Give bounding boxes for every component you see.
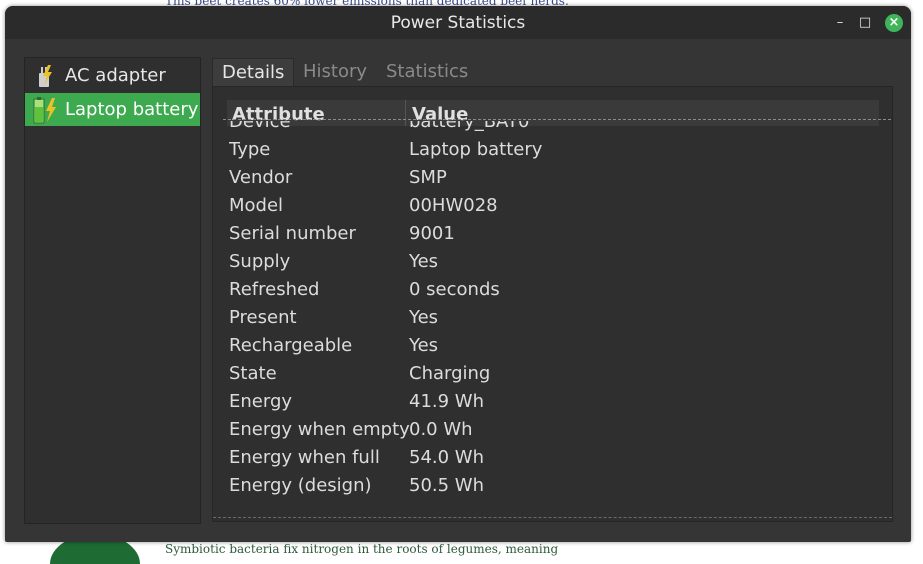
- value-cell: 41.9 Wh: [409, 391, 485, 412]
- scroll-edge-divider: [223, 119, 891, 120]
- tab-details[interactable]: Details: [212, 58, 295, 88]
- device-item-laptop-battery[interactable]: Laptop battery: [25, 93, 200, 126]
- attribute-cell: Model: [229, 195, 284, 216]
- table-row[interactable]: Rechargeable Yes: [229, 333, 879, 361]
- attribute-cell: Rechargeable: [229, 335, 353, 356]
- value-cell: Charging: [409, 363, 491, 384]
- value-cell: 9001: [409, 223, 455, 244]
- table-row[interactable]: Energy when full 54.0 Wh: [229, 445, 879, 473]
- value-cell: 54.0 Wh: [409, 447, 485, 468]
- power-statistics-window: Power Statistics – □ × AC adapter Laptop…: [5, 6, 911, 542]
- value-cell: 0 seconds: [409, 279, 500, 300]
- attribute-cell: Vendor: [229, 167, 293, 188]
- device-label-ac-adapter: AC adapter: [65, 65, 166, 86]
- details-table-body[interactable]: Device battery_BAT0 Type Laptop battery Vend…: [229, 121, 879, 513]
- table-row[interactable]: Energy (design) 50.5 Wh: [229, 473, 879, 501]
- device-item-ac-adapter[interactable]: AC adapter: [25, 59, 200, 92]
- battery-charging-icon: [33, 97, 56, 124]
- attribute-cell: Refreshed: [229, 279, 320, 300]
- value-cell: Yes: [409, 307, 439, 328]
- value-cell: battery_BAT0: [409, 121, 530, 132]
- table-row[interactable]: Supply Yes: [229, 249, 879, 277]
- attribute-cell: Device: [229, 121, 291, 132]
- details-panel: Attribute Value Device battery_BAT0 Type La…: [212, 86, 893, 522]
- table-row[interactable]: Energy 41.9 Wh: [229, 389, 879, 417]
- table-row[interactable]: Refreshed 0 seconds: [229, 277, 879, 305]
- value-cell: Yes: [409, 251, 439, 272]
- titlebar[interactable]: Power Statistics – □ ×: [5, 6, 911, 39]
- value-cell: 0.0 Wh: [409, 419, 473, 440]
- background-text-bottom: Symbiotic bacteria fix nitrogen in the r…: [165, 542, 559, 556]
- window-title: Power Statistics: [390, 13, 526, 33]
- value-cell: 50.5 Wh: [409, 475, 485, 496]
- table-row[interactable]: Vendor SMP: [229, 165, 879, 193]
- table-row[interactable]: Device battery_BAT0: [229, 121, 879, 137]
- attribute-cell: Energy (design): [229, 475, 372, 496]
- panel-bottom-divider: [213, 517, 892, 518]
- minimize-button[interactable]: –: [831, 14, 849, 32]
- attribute-cell: Supply: [229, 251, 291, 272]
- tab-history[interactable]: History: [303, 58, 367, 86]
- device-label-laptop-battery: Laptop battery: [65, 99, 199, 120]
- close-button[interactable]: ×: [885, 14, 903, 32]
- attribute-cell: Type: [229, 139, 271, 160]
- tab-statistics[interactable]: Statistics: [386, 58, 468, 86]
- table-row[interactable]: Energy when empty 0.0 Wh: [229, 417, 879, 445]
- device-list: AC adapter Laptop battery: [24, 57, 201, 524]
- attribute-cell: State: [229, 363, 277, 384]
- table-row[interactable]: Present Yes: [229, 305, 879, 333]
- value-cell: Yes: [409, 335, 439, 356]
- table-row[interactable]: Serial number 9001: [229, 221, 879, 249]
- table-row[interactable]: Type Laptop battery: [229, 137, 879, 165]
- attribute-cell: Energy when full: [229, 447, 380, 468]
- attribute-cell: Energy: [229, 391, 293, 412]
- value-cell: 00HW028: [409, 195, 498, 216]
- table-row[interactable]: Model 00HW028: [229, 193, 879, 221]
- value-cell: SMP: [409, 167, 447, 188]
- ac-adapter-icon: [39, 65, 52, 87]
- attribute-cell: Serial number: [229, 223, 356, 244]
- value-cell: Laptop battery: [409, 139, 543, 160]
- attribute-cell: Present: [229, 307, 297, 328]
- table-row[interactable]: State Charging: [229, 361, 879, 389]
- maximize-button[interactable]: □: [856, 14, 874, 32]
- attribute-cell: Energy when empty: [229, 419, 410, 440]
